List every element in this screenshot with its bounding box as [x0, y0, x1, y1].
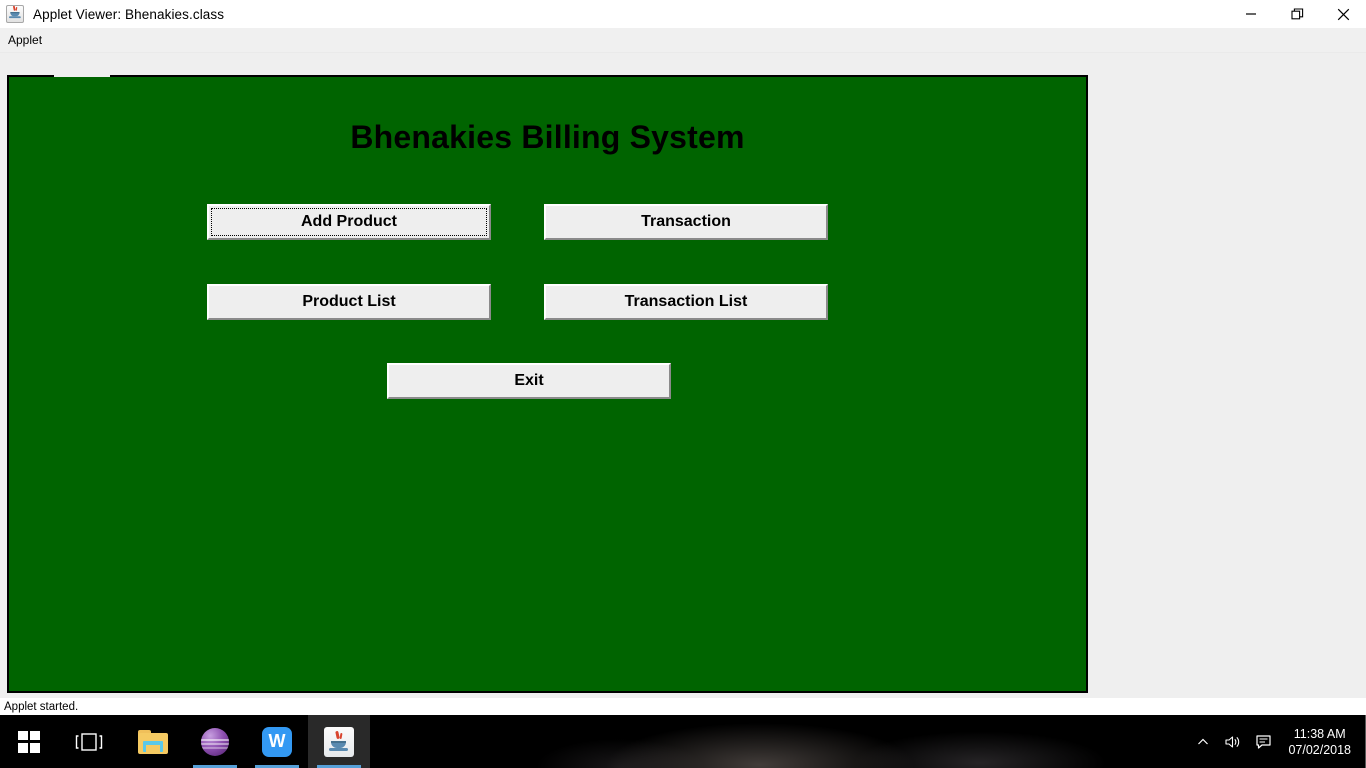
java-cup-glyph [9, 6, 21, 19]
java-steam-right [339, 732, 343, 739]
restore-button[interactable] [1274, 0, 1320, 28]
restore-icon [1290, 7, 1303, 19]
transaction-button[interactable]: Transaction [544, 204, 828, 240]
close-button[interactable] [1320, 0, 1366, 28]
client-area: Bhenakies Billing System Add Product Tra… [0, 53, 1366, 698]
java-cup-body [331, 740, 346, 748]
add-product-button-label: Add Product [301, 213, 397, 230]
transaction-list-button-label: Transaction List [624, 293, 748, 310]
window-title: Applet Viewer: Bhenakies.class [33, 6, 225, 22]
border-render-gap [54, 75, 110, 77]
java-cup-saucer [9, 16, 21, 19]
taskbar: W 11:38 AM 07/02/2018 [0, 715, 1366, 768]
taskbar-item-file-explorer[interactable] [122, 715, 184, 768]
applet-viewer-window: Applet Viewer: Bhenakies.class Applet Bh… [0, 0, 1366, 715]
product-list-button[interactable]: Product List [207, 284, 491, 320]
action-center-button[interactable] [1248, 715, 1278, 768]
windows-logo-icon [18, 730, 40, 753]
clock-date: 07/02/2018 [1288, 742, 1351, 757]
eclipse-icon [201, 727, 229, 756]
volume-button[interactable] [1218, 715, 1248, 768]
title-bar: Applet Viewer: Bhenakies.class [0, 0, 1366, 28]
start-button[interactable] [0, 715, 58, 768]
clock[interactable]: 11:38 AM 07/02/2018 [1278, 715, 1365, 768]
minimize-button[interactable] [1228, 0, 1274, 28]
taskbar-item-eclipse[interactable] [184, 715, 246, 768]
java-icon [6, 5, 24, 23]
system-tray: 11:38 AM 07/02/2018 [1188, 715, 1366, 768]
menu-item-applet[interactable]: Applet [0, 31, 48, 49]
clock-time: 11:38 AM [1293, 726, 1346, 741]
taskbar-item-wps-writer[interactable]: W [246, 715, 308, 768]
task-view-button[interactable] [58, 715, 120, 768]
windows-logo-quadrant [18, 742, 28, 753]
windows-logo-quadrant [30, 730, 40, 741]
taskbar-item-java-applet[interactable] [308, 715, 370, 768]
minimize-icon [1246, 13, 1256, 15]
menu-bar: Applet [0, 28, 1366, 53]
show-hidden-icons-button[interactable] [1188, 715, 1218, 768]
java-cup-saucer [329, 747, 348, 751]
java-applet-icon [324, 726, 354, 757]
add-product-button[interactable]: Add Product [207, 204, 491, 240]
window-controls [1228, 0, 1366, 28]
transaction-button-label: Transaction [641, 213, 731, 230]
exit-button-label: Exit [514, 372, 544, 389]
page-title: Bhenakies Billing System [350, 119, 745, 155]
close-icon [1337, 8, 1349, 20]
applet-panel: Bhenakies Billing System Add Product Tra… [7, 75, 1088, 693]
notification-icon [1256, 734, 1271, 749]
java-steam-right [15, 6, 18, 11]
exit-button[interactable]: Exit [387, 363, 671, 399]
status-bar: Applet started. [0, 698, 1366, 715]
file-explorer-icon [138, 729, 168, 754]
java-cup-glyph [329, 730, 349, 751]
windows-logo-quadrant [18, 730, 28, 741]
product-list-button-label: Product List [302, 293, 396, 310]
speaker-icon [1225, 735, 1240, 748]
windows-logo-quadrant [30, 742, 40, 753]
transaction-list-button[interactable]: Transaction List [544, 284, 828, 320]
status-text: Applet started. [4, 700, 79, 713]
folder-front [143, 740, 163, 752]
wps-writer-icon: W [262, 726, 292, 757]
chevron-up-icon [1198, 738, 1209, 744]
task-view-icon [75, 732, 103, 751]
